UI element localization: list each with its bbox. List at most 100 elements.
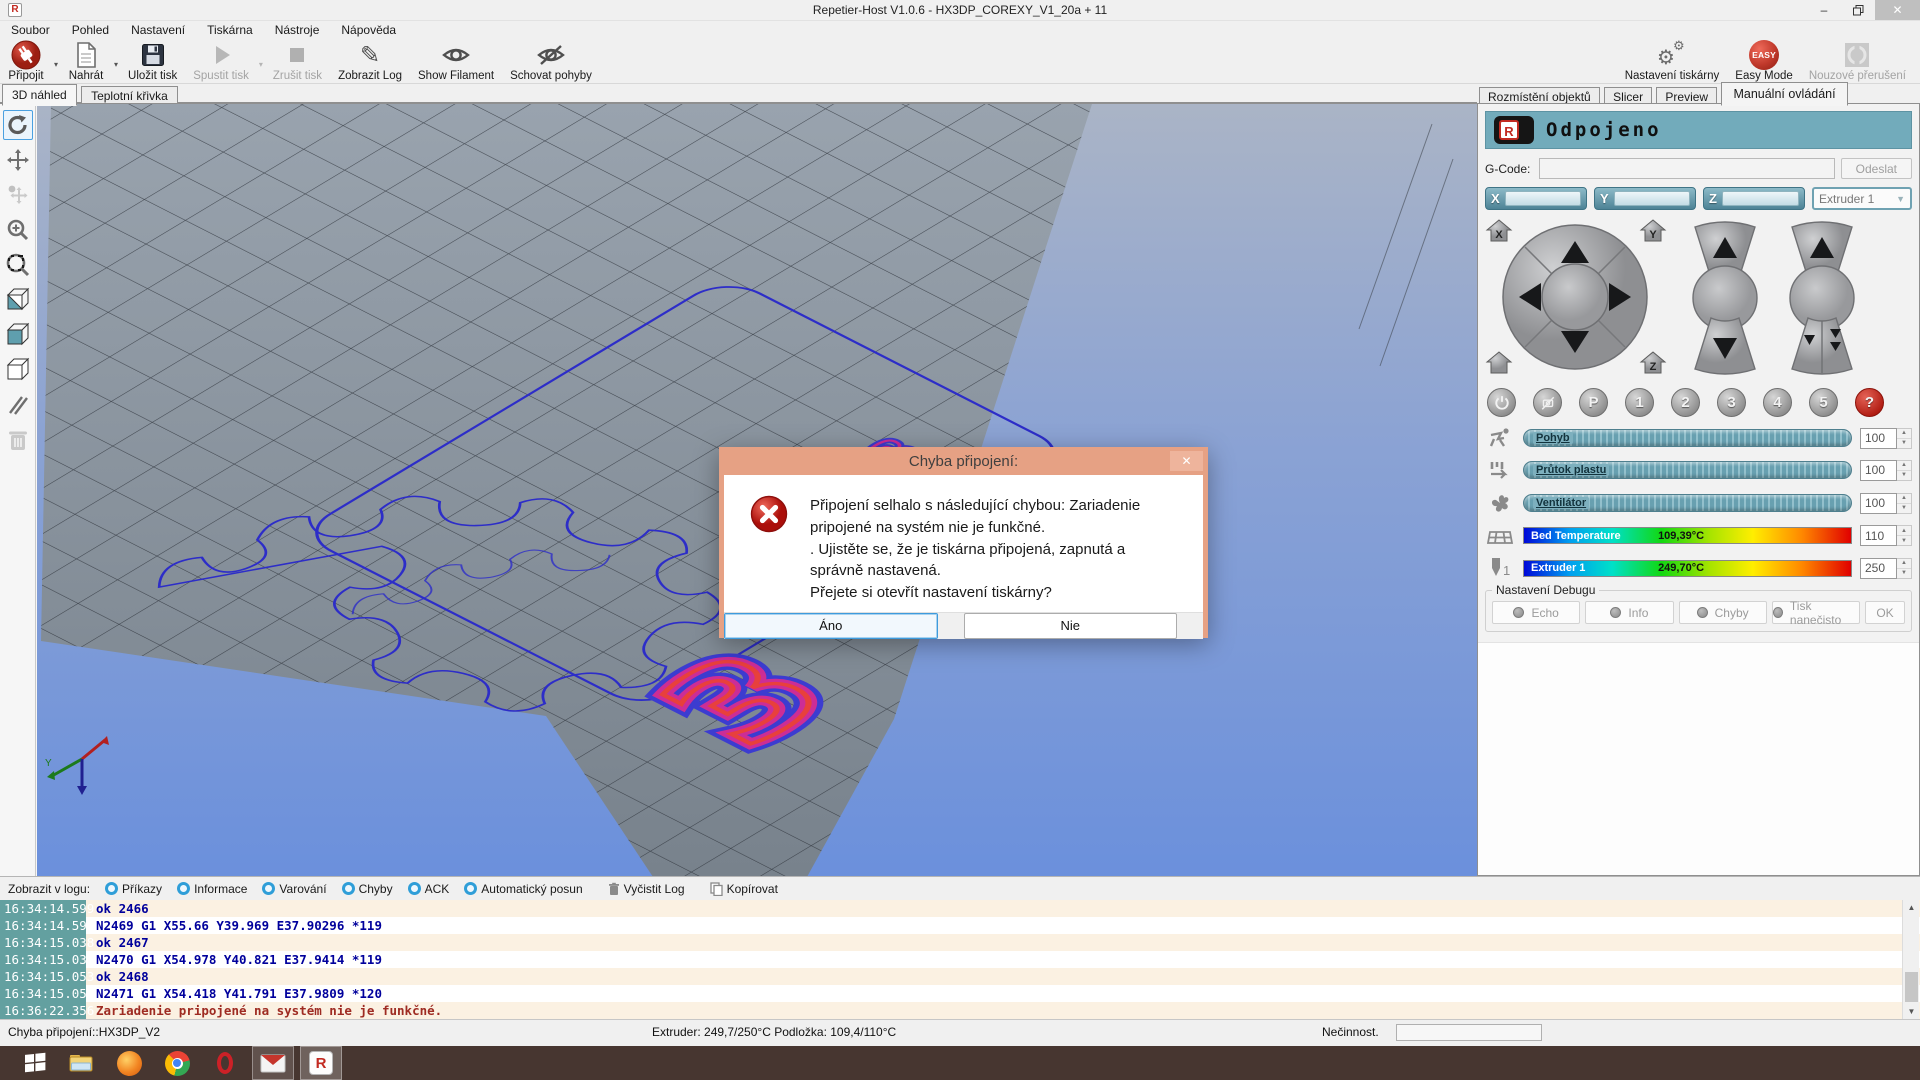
axis-indicator: Y — [45, 736, 109, 795]
filter-errors[interactable]: Chyby — [342, 882, 393, 896]
bed-temperature-bar[interactable]: Bed Temperature 109,39°C — [1523, 527, 1852, 544]
connect-dropdown-caret[interactable]: ▾ — [52, 45, 60, 83]
connect-button[interactable]: Připojit — [0, 39, 52, 83]
menu-soubor[interactable]: Soubor — [0, 21, 61, 39]
show-log-button[interactable]: ✎ Zobrazit Log — [330, 39, 410, 83]
menu-napoveda[interactable]: Nápověda — [330, 21, 407, 39]
hide-travel-button[interactable]: Schovat pohyby — [502, 39, 600, 83]
extruder-select[interactable]: Extruder 1▼ — [1812, 187, 1912, 210]
spinner-arrows[interactable]: ▲▼ — [1897, 460, 1912, 481]
restore-icon — [1853, 5, 1864, 16]
dialog-yes-button[interactable]: Áno — [724, 613, 938, 639]
easy-mode-button[interactable]: EASY Easy Mode — [1727, 39, 1801, 83]
flow-spinner[interactable]: 100 ▲▼ — [1860, 460, 1912, 481]
log-scrollbar[interactable]: ▲ ▼ — [1902, 900, 1919, 1019]
scroll-up-icon[interactable]: ▲ — [1903, 900, 1920, 915]
load-button[interactable]: Nahrát — [60, 39, 112, 83]
menu-tiskarna[interactable]: Tiskárna — [196, 21, 264, 39]
toggle-dot-icon — [1513, 607, 1524, 618]
restore-button[interactable] — [1841, 0, 1875, 20]
fit-view-button[interactable] — [3, 250, 33, 280]
scrollbar-thumb[interactable] — [1905, 972, 1918, 1002]
home-x-button[interactable]: X — [1485, 218, 1513, 243]
park-disabled-button[interactable] — [1533, 388, 1562, 417]
filter-info[interactable]: Informace — [177, 882, 247, 896]
fan-slider[interactable]: Ventilátor — [1523, 494, 1852, 512]
xy-pad[interactable] — [1499, 221, 1651, 373]
rotate-view-button[interactable] — [3, 110, 33, 140]
scroll-down-icon[interactable]: ▼ — [1903, 1004, 1920, 1019]
preset-3-button[interactable]: 3 — [1717, 388, 1746, 417]
close-button[interactable]: ✕ — [1875, 0, 1920, 20]
filter-autoscroll[interactable]: Automatický posun — [464, 882, 582, 896]
top-view-button[interactable] — [3, 355, 33, 385]
flow-multiplier-slider[interactable]: Průtok plastu — [1523, 461, 1852, 479]
filter-warnings[interactable]: Varování — [262, 882, 326, 896]
home-z-button[interactable]: Z — [1639, 350, 1667, 375]
extruder-temp-spinner[interactable]: 250 ▲▼ — [1860, 558, 1912, 579]
preset-4-button[interactable]: 4 — [1763, 388, 1792, 417]
preset-5-button[interactable]: 5 — [1809, 388, 1838, 417]
log-row: 16:34:14.599N2469 G1 X55.66 Y39.969 E37.… — [0, 917, 1920, 934]
fan-icon — [1485, 491, 1515, 515]
speed-icon — [1485, 427, 1515, 449]
extruder-temperature-bar[interactable]: Extruder 1 249,70°C — [1523, 560, 1852, 577]
speed-multiplier-slider[interactable]: Pohyb — [1523, 429, 1852, 447]
front-view-button[interactable] — [3, 320, 33, 350]
printer-settings-button[interactable]: ⚙⚙ Nastavení tiskárny — [1617, 39, 1728, 83]
preset-1-button[interactable]: 1 — [1625, 388, 1654, 417]
copy-log-button[interactable]: Kopírovat — [710, 882, 778, 896]
home-y-button[interactable]: Y — [1639, 218, 1667, 243]
jog-controls: X Y Z — [1485, 214, 1912, 382]
copy-icon — [710, 882, 723, 896]
spinner-arrows[interactable]: ▲▼ — [1897, 525, 1912, 546]
dialog-message: Připojení selhalo s následující chybou: … — [724, 475, 1203, 612]
opera-button[interactable] — [212, 1050, 238, 1076]
log-output[interactable]: 16:34:14.599ok 2466 16:34:14.599N2469 G1… — [0, 900, 1920, 1019]
menu-nastaveni[interactable]: Nastavení — [120, 21, 196, 39]
preset-2-button[interactable]: 2 — [1671, 388, 1700, 417]
bed-temp-spinner[interactable]: 110 ▲▼ — [1860, 525, 1912, 546]
save-print-button[interactable]: Uložit tisk — [120, 39, 185, 83]
minimize-button[interactable]: – — [1807, 0, 1841, 20]
filter-ack[interactable]: ACK — [408, 882, 450, 896]
plug-icon — [11, 41, 41, 69]
z-position-field — [1722, 191, 1799, 206]
clear-log-button[interactable]: Vyčistit Log — [608, 882, 685, 896]
dialog-no-button[interactable]: Nie — [964, 613, 1178, 639]
mail-button[interactable] — [252, 1046, 294, 1080]
dialog-close-button[interactable]: ✕ — [1170, 451, 1203, 471]
spinner-arrows[interactable]: ▲▼ — [1897, 558, 1912, 579]
start-button[interactable] — [22, 1050, 48, 1076]
spinner-arrows[interactable]: ▲▼ — [1897, 493, 1912, 514]
speed-spinner[interactable]: 100 ▲▼ — [1860, 428, 1912, 449]
isometric-view-button[interactable] — [3, 285, 33, 315]
menu-pohled[interactable]: Pohled — [61, 21, 120, 39]
main-toolbar: Připojit ▾ Nahrát ▾ Uložit tisk Spu — [0, 39, 1920, 84]
z-jog-control[interactable] — [1683, 221, 1767, 375]
filter-commands[interactable]: Příkazy — [105, 882, 162, 896]
spinner-arrows[interactable]: ▲▼ — [1897, 428, 1912, 449]
home-all-button[interactable] — [1485, 350, 1513, 375]
progress-bar — [1396, 1024, 1542, 1041]
fan-spinner[interactable]: 100 ▲▼ — [1860, 493, 1912, 514]
park-button[interactable]: P — [1579, 388, 1608, 417]
file-explorer-button[interactable] — [68, 1050, 94, 1076]
firefox-button[interactable] — [116, 1050, 142, 1076]
menu-nastroje[interactable]: Nástroje — [264, 21, 331, 39]
delete-object-button — [3, 425, 33, 455]
gcode-input[interactable] — [1539, 158, 1835, 179]
repetier-host-taskbar-button[interactable]: R — [300, 1046, 342, 1080]
zoom-in-button[interactable] — [3, 215, 33, 245]
tab-manual-control[interactable]: Manuální ovládání — [1721, 82, 1847, 106]
chrome-button[interactable] — [164, 1050, 190, 1076]
extruder-jog-control[interactable] — [1780, 221, 1864, 375]
tab-3d-preview[interactable]: 3D náhled — [2, 84, 77, 106]
move-view-button[interactable] — [3, 145, 33, 175]
show-filament-button[interactable]: Show Filament — [410, 39, 502, 83]
perspective-toggle-button[interactable] — [3, 390, 33, 420]
help-button[interactable]: ? — [1855, 388, 1884, 417]
motors-off-button[interactable] — [1487, 388, 1516, 417]
dialog-text: Připojení selhalo s následující chybou: … — [810, 495, 1181, 604]
load-dropdown-caret[interactable]: ▾ — [112, 45, 120, 83]
